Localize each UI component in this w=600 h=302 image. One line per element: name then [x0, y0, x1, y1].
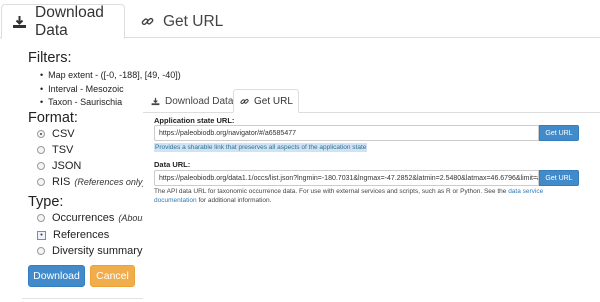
download-icon — [12, 15, 27, 29]
filters-title: Filters: — [28, 50, 72, 66]
download-icon — [151, 97, 160, 106]
option-label: CSV — [52, 128, 75, 140]
get-url-overlay: Download Data Get URL Application state … — [143, 86, 600, 302]
option-label: TSV — [52, 144, 74, 156]
overlay-tab-bar: Download Data Get URL — [143, 86, 600, 113]
option-label: References — [53, 229, 110, 241]
back-tab-bar: Download Data Get URL — [0, 0, 600, 39]
radio-button[interactable] — [37, 214, 45, 222]
data-help-body: The API data URL for taxonomic occurrenc… — [154, 188, 507, 195]
overlay-tab-download-data[interactable]: Download Data — [151, 89, 233, 113]
data-url-label: Data URL: — [154, 160, 191, 169]
type-option-diversity-summary[interactable]: Diversity summary — [37, 244, 142, 258]
option-note: (References only) — [74, 177, 146, 187]
overlay-tab-download-label: Download Data — [165, 95, 234, 107]
radio-button[interactable] — [37, 178, 45, 186]
app-state-get-url-button[interactable]: Get URL — [539, 125, 579, 141]
data-get-url-button[interactable]: Get URL — [539, 170, 579, 186]
app-state-help-text: Provides a sharable link that preserves … — [154, 143, 368, 152]
tab-download-data[interactable]: Download Data — [1, 4, 125, 39]
link-icon — [240, 97, 249, 106]
cancel-button[interactable]: Cancel — [90, 265, 135, 287]
overlay-tab-get-url[interactable]: Get URL — [233, 89, 299, 113]
link-icon — [139, 15, 155, 28]
download-button[interactable]: Download — [28, 265, 85, 287]
data-url-help-text: The API data URL for taxonomic occurrenc… — [154, 187, 574, 205]
format-title: Format: — [28, 110, 78, 126]
overlay-tab-get-url-label: Get URL — [254, 95, 293, 107]
option-label: RIS — [52, 176, 71, 188]
radio-button[interactable] — [37, 247, 45, 255]
app-state-url-input[interactable]: https://paleobiodb.org/navigator/#/a6585… — [154, 125, 539, 141]
format-option-tsv[interactable]: TSV — [37, 143, 73, 157]
tab-download-data-label: Download Data — [35, 3, 104, 39]
type-option-references[interactable]: • References — [37, 228, 109, 242]
filter-map-extent: Map extent - ([-0, -188], [49, -40]) — [40, 69, 181, 83]
radio-button[interactable] — [37, 130, 45, 138]
option-label: JSON — [52, 160, 82, 172]
option-label: Diversity summary — [52, 245, 143, 257]
tab-get-url[interactable]: Get URL — [135, 4, 223, 39]
format-option-json[interactable]: JSON — [37, 159, 81, 173]
selected-checkbox[interactable]: • — [37, 230, 46, 240]
data-help-tail: for additional information. — [198, 197, 272, 204]
format-option-ris[interactable]: RIS (References only) — [37, 175, 145, 189]
radio-button[interactable] — [37, 146, 45, 154]
type-title: Type: — [28, 194, 64, 210]
radio-button[interactable] — [37, 162, 45, 170]
data-url-input[interactable]: https://paleobiodb.org/data1.1/occs/list… — [154, 170, 539, 186]
option-label: Occurrences — [52, 212, 115, 224]
tab-get-url-label: Get URL — [163, 12, 224, 30]
format-option-csv[interactable]: CSV — [37, 127, 75, 141]
app-state-url-label: Application state URL: — [154, 116, 235, 125]
